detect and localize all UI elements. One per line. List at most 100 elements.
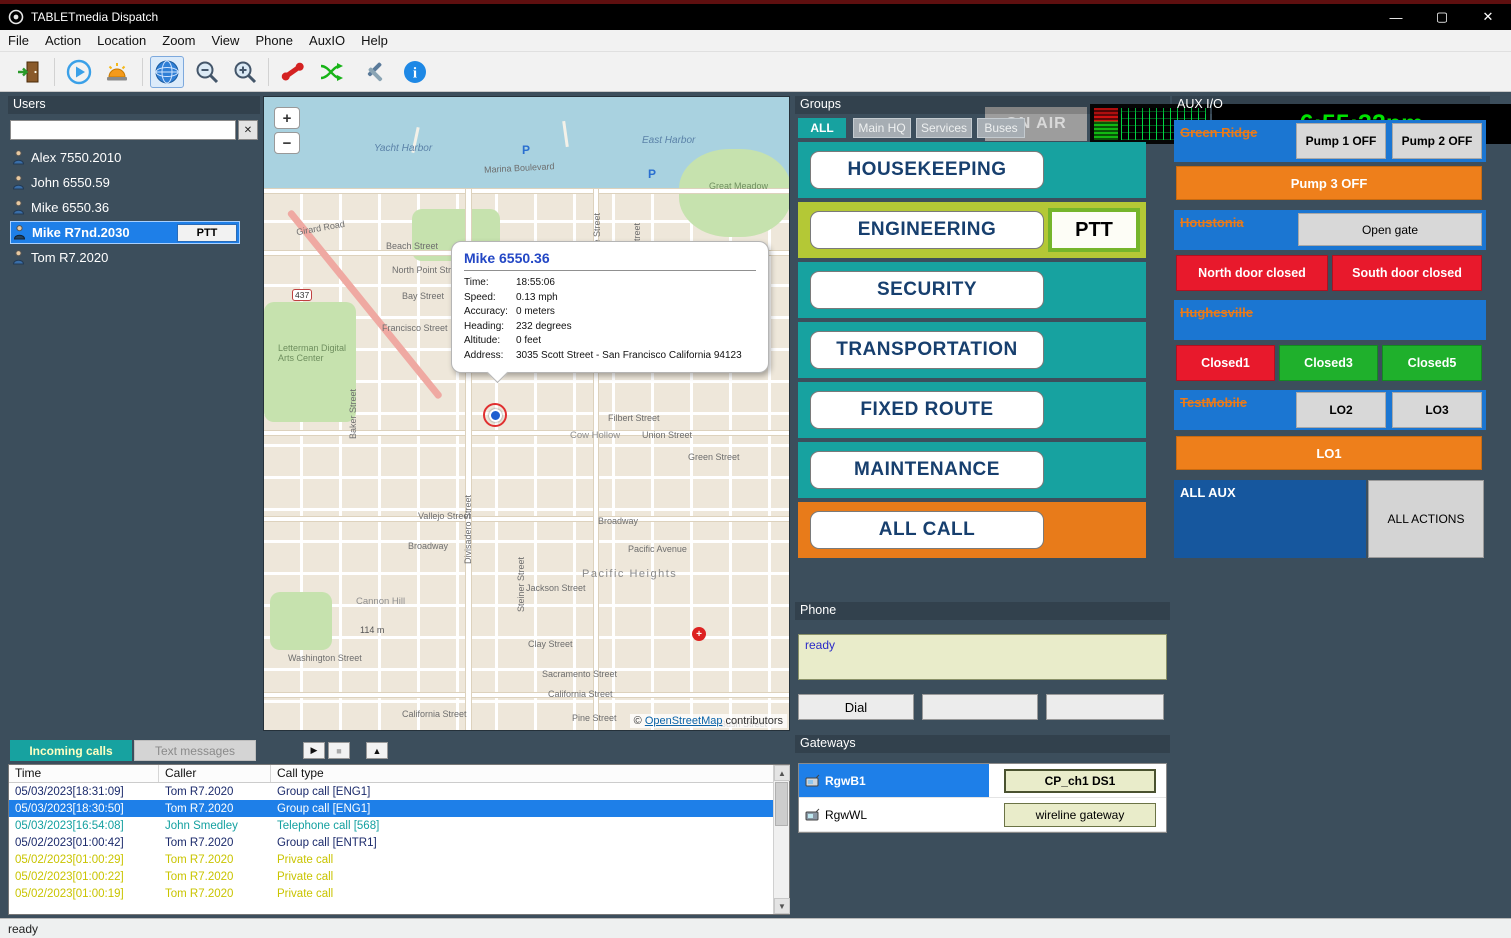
- maximize-button[interactable]: ▢: [1419, 4, 1465, 30]
- closed5-button[interactable]: Closed5: [1382, 345, 1482, 381]
- scrollbar-up-arrow[interactable]: ▲: [774, 765, 790, 781]
- call-row[interactable]: 05/02/2023[01:00:29]Tom R7.2020Private c…: [9, 851, 789, 868]
- call-row[interactable]: 05/02/2023[01:00:42]Tom R7.2020Group cal…: [9, 834, 789, 851]
- playback-stop-button[interactable]: ■: [328, 742, 350, 759]
- attribution-prefix: ©: [634, 715, 645, 727]
- gateway-row[interactable]: RgwWL wireline gateway: [799, 798, 1166, 832]
- exit-button[interactable]: [12, 56, 46, 88]
- all-actions-button[interactable]: ALL ACTIONS: [1368, 480, 1484, 558]
- info-button[interactable]: i: [398, 56, 432, 88]
- menu-help[interactable]: Help: [353, 30, 396, 51]
- user-row[interactable]: Tom R7.2020: [10, 246, 258, 269]
- call-row-selected[interactable]: 05/03/2023[18:30:50]Tom R7.2020Group cal…: [9, 800, 789, 817]
- pump2-button[interactable]: Pump 2 OFF: [1392, 123, 1482, 159]
- menu-phone[interactable]: Phone: [247, 30, 301, 51]
- call-row[interactable]: 05/03/2023[18:31:09]Tom R7.2020Group cal…: [9, 783, 789, 800]
- phone-display[interactable]: ready: [798, 634, 1167, 680]
- user-row[interactable]: John 6550.59: [10, 171, 258, 194]
- menu-zoom[interactable]: Zoom: [154, 30, 203, 51]
- map-label: Union Street: [642, 430, 692, 440]
- settings-button[interactable]: [358, 56, 392, 88]
- open-gate-button[interactable]: Open gate: [1298, 213, 1482, 246]
- vertical-scrollbar[interactable]: ▲ ▼: [773, 765, 789, 914]
- play-button[interactable]: [62, 56, 96, 88]
- group-button-housekeeping[interactable]: HOUSEKEEPING: [810, 151, 1044, 189]
- group-button-engineering[interactable]: ENGINEERING: [810, 211, 1044, 249]
- clear-search-button[interactable]: ✕: [238, 120, 258, 140]
- tab-incoming-calls[interactable]: Incoming calls: [10, 740, 132, 761]
- menu-file[interactable]: File: [0, 30, 37, 51]
- alarm-button[interactable]: [100, 56, 134, 88]
- map-view-button[interactable]: [150, 56, 184, 88]
- phone-button-2[interactable]: [922, 694, 1038, 720]
- groups-tab-services[interactable]: Services: [916, 118, 972, 138]
- user-row[interactable]: Mike 6550.36: [10, 196, 258, 219]
- pump1-button[interactable]: Pump 1 OFF: [1296, 123, 1386, 159]
- gateway-name: RgwWL: [825, 808, 867, 822]
- scroll-up-button[interactable]: ▲: [366, 742, 388, 759]
- gps-marker[interactable]: [483, 403, 507, 427]
- playback-play-button[interactable]: ▶: [303, 742, 325, 759]
- menu-action[interactable]: Action: [37, 30, 89, 51]
- column-time[interactable]: Time: [9, 765, 159, 782]
- column-caller[interactable]: Caller: [159, 765, 271, 782]
- gateway-channel-button[interactable]: CP_ch1 DS1: [1004, 769, 1156, 793]
- minimize-button[interactable]: —: [1373, 4, 1419, 30]
- phone-button-3[interactable]: [1046, 694, 1164, 720]
- aux-group-label: Green Ridge: [1180, 125, 1257, 140]
- pump3-button[interactable]: Pump 3 OFF: [1176, 166, 1482, 200]
- tab-text-messages[interactable]: Text messages: [134, 740, 256, 761]
- menu-view[interactable]: View: [203, 30, 247, 51]
- group-button-fixed-route[interactable]: FIXED ROUTE: [810, 391, 1044, 429]
- lo2-button[interactable]: LO2: [1296, 392, 1386, 428]
- map-zoom-in-button[interactable]: +: [274, 107, 300, 129]
- zoom-in-button[interactable]: [228, 56, 262, 88]
- map-panel[interactable]: P P 437 114 m Yacht Harbor East Harbor M…: [263, 96, 790, 731]
- group-button-transportation[interactable]: TRANSPORTATION: [810, 331, 1044, 369]
- user-row[interactable]: Alex 7550.2010: [10, 146, 258, 169]
- user-name: John 6550.59: [31, 175, 110, 190]
- group-button-all-call[interactable]: ALL CALL: [810, 511, 1044, 549]
- map-zoom-out-button[interactable]: −: [274, 132, 300, 154]
- scrollbar-thumb[interactable]: [775, 782, 788, 826]
- dial-button[interactable]: Dial: [798, 694, 914, 720]
- user-ptt-button[interactable]: PTT: [177, 224, 237, 242]
- osm-link[interactable]: OpenStreetMap: [645, 715, 723, 727]
- closed3-button[interactable]: Closed3: [1279, 345, 1378, 381]
- title-bar: TABLETmedia Dispatch — ▢ ✕: [0, 4, 1511, 30]
- status-text: ready: [8, 922, 38, 936]
- popup-row: Address:3035 Scott Street - San Francisc…: [464, 349, 756, 364]
- phone-call-button[interactable]: [276, 56, 310, 88]
- crossed-arrows-icon: [317, 58, 345, 86]
- group-button-maintenance[interactable]: MAINTENANCE: [810, 451, 1044, 489]
- scrollbar-down-arrow[interactable]: ▼: [774, 898, 790, 914]
- group-row: FIXED ROUTE: [798, 382, 1146, 438]
- lo1-button[interactable]: LO1: [1176, 436, 1482, 470]
- south-door-button[interactable]: South door closed: [1332, 255, 1482, 291]
- groups-tab-buses[interactable]: Buses: [977, 118, 1025, 138]
- gateway-channel-button[interactable]: wireline gateway: [1004, 803, 1156, 827]
- north-door-button[interactable]: North door closed: [1176, 255, 1328, 291]
- user-row-selected[interactable]: Mike R7nd.2030 PTT: [10, 221, 240, 244]
- popup-label: Address:: [464, 349, 516, 364]
- call-row[interactable]: 05/02/2023[01:00:22]Tom R7.2020Private c…: [9, 868, 789, 885]
- group-button-security[interactable]: SECURITY: [810, 271, 1044, 309]
- users-search-input[interactable]: [10, 120, 236, 140]
- call-row[interactable]: 05/03/2023[16:54:08]John SmedleyTelephon…: [9, 817, 789, 834]
- toolbar-separator: [268, 58, 269, 86]
- groups-tab-all[interactable]: ALL: [798, 118, 846, 138]
- lo3-button[interactable]: LO3: [1392, 392, 1482, 428]
- patch-transfer-button[interactable]: [314, 56, 348, 88]
- aux-group-houstonia: Houstonia Open gate: [1174, 210, 1486, 250]
- group-ptt-button[interactable]: PTT: [1048, 208, 1140, 252]
- call-row[interactable]: 05/02/2023[01:00:19]Tom R7.2020Private c…: [9, 885, 789, 902]
- close-button[interactable]: ✕: [1465, 4, 1511, 30]
- closed1-button[interactable]: Closed1: [1176, 345, 1275, 381]
- gateway-row-selected[interactable]: RgwB1 CP_ch1 DS1: [799, 764, 1166, 798]
- menu-auxio[interactable]: AuxIO: [301, 30, 353, 51]
- aux-group-testmobile: TestMobile LO2 LO3: [1174, 390, 1486, 430]
- groups-tab-main-hq[interactable]: Main HQ: [853, 118, 911, 138]
- menu-location[interactable]: Location: [89, 30, 154, 51]
- zoom-out-button[interactable]: [190, 56, 224, 88]
- column-call-type[interactable]: Call type: [271, 765, 789, 782]
